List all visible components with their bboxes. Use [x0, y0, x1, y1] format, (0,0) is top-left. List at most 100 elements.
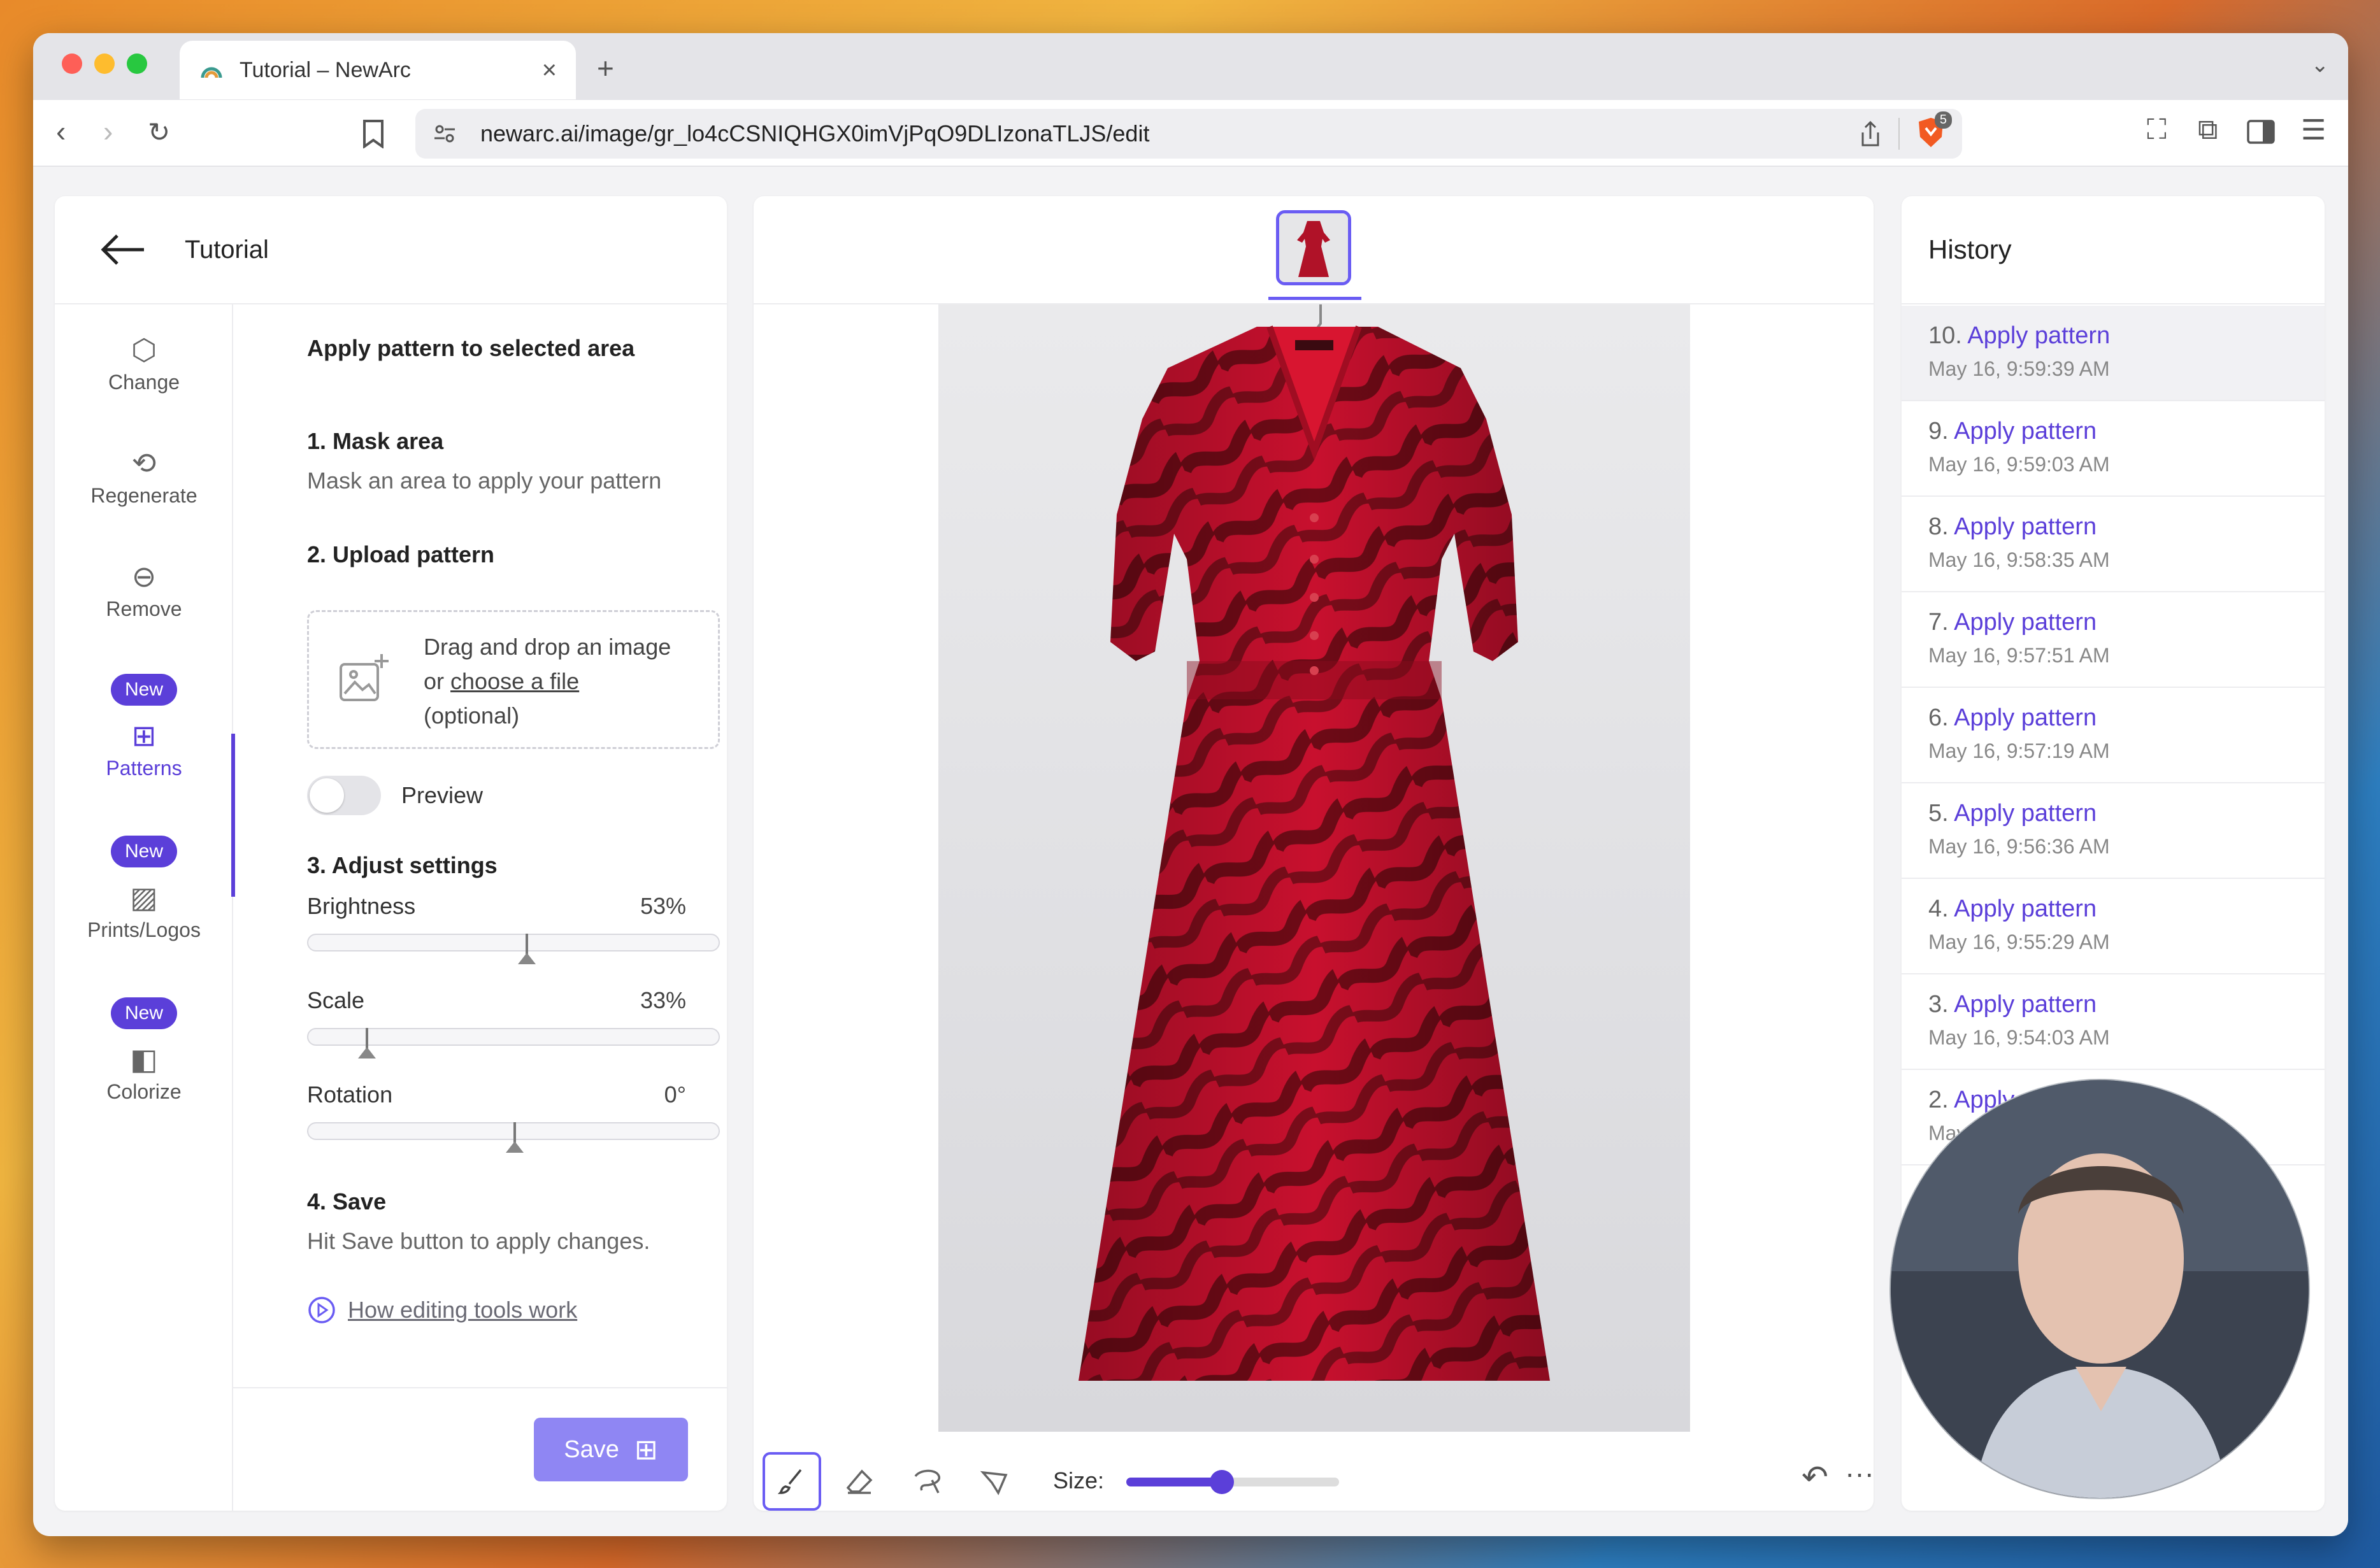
rail-item-regenerate[interactable]: ⟲ Regenerate — [55, 446, 233, 508]
history-num: 6. — [1928, 704, 1949, 731]
history-title: History — [1902, 196, 2325, 304]
section-heading: Apply pattern to selected area — [307, 335, 635, 361]
history-item[interactable]: 7. Apply pattern May 16, 9:57:51 AM — [1902, 592, 2325, 688]
new-badge: New — [110, 674, 177, 706]
polygon-tool-button[interactable] — [965, 1452, 1024, 1511]
reload-icon[interactable]: ↻ — [148, 117, 170, 148]
more-icon[interactable]: ··· — [1845, 1456, 1874, 1490]
close-window-button[interactable] — [62, 53, 82, 74]
history-action: Apply pattern — [1954, 418, 2097, 445]
step3-title: 3. Adjust settings — [307, 852, 498, 878]
brush-tool-button[interactable] — [763, 1452, 821, 1511]
step1-text: Mask an area to apply your pattern — [307, 467, 662, 494]
history-item-title: 7. Apply pattern — [1928, 609, 2298, 636]
zoom-window-button[interactable] — [127, 53, 147, 74]
browser-toolbar: ‹ › ↻ newarc.ai/image/gr_lo4cCSNIQHGX0im… — [33, 100, 2348, 167]
slider-thumb[interactable] — [358, 1028, 376, 1058]
sidebar-icon[interactable] — [2246, 119, 2276, 145]
history-action: Apply pattern — [1954, 609, 2097, 636]
eraser-tool-button[interactable] — [830, 1452, 889, 1511]
dropzone-text: Drag and drop an image or choose a file … — [424, 630, 671, 733]
choose-file-link[interactable]: choose a file — [450, 668, 579, 694]
size-label: Size: — [1053, 1467, 1105, 1493]
history-time: May 16, 9:59:03 AM — [1928, 453, 2110, 476]
rail-item-patterns[interactable]: New ⊞ Patterns — [55, 674, 233, 780]
tab-title: Tutorial – NewArc — [240, 57, 411, 82]
save-bar: Save ⊞ — [233, 1387, 727, 1511]
site-settings-icon[interactable] — [432, 121, 457, 146]
screenshot-icon[interactable]: ⛶ — [2147, 114, 2167, 146]
history-action: Apply pattern — [1954, 991, 2097, 1018]
history-item[interactable]: 5. Apply pattern May 16, 9:56:36 AM — [1902, 783, 2325, 879]
history-action: Apply pattern — [1954, 704, 2097, 731]
chevron-down-icon[interactable]: ⌄ — [2311, 52, 2330, 78]
tab-tutorial[interactable]: Tutorial – NewArc × — [180, 41, 576, 99]
history-item[interactable]: 9. Apply pattern May 16, 9:59:03 AM — [1902, 401, 2325, 497]
pattern-dropzone[interactable]: Drag and drop an image or choose a file … — [307, 610, 720, 749]
dress-image — [1079, 304, 1550, 1381]
history-item-title: 10. Apply pattern — [1928, 322, 2298, 350]
panel-header: Tutorial — [55, 196, 727, 304]
drop-or: or — [424, 668, 445, 694]
back-icon[interactable]: ‹ — [56, 114, 66, 148]
rail-item-prints-logos[interactable]: New ▨ Prints/Logos — [55, 836, 233, 942]
how-editing-tools-link[interactable]: How editing tools work — [307, 1295, 577, 1325]
bookmark-icon[interactable] — [362, 119, 385, 148]
drop-optional: (optional) — [424, 702, 520, 729]
history-item-title: 3. Apply pattern — [1928, 991, 2298, 1018]
rail-item-remove[interactable]: ⊖ Remove — [55, 559, 233, 621]
history-time: May 16, 9:54:03 AM — [1928, 1026, 2110, 1049]
brave-shields-icon[interactable]: 5 — [1916, 111, 1952, 152]
slider-thumb[interactable] — [518, 934, 536, 964]
toggle-knob — [310, 778, 344, 813]
presenter-video — [1891, 1080, 2309, 1498]
minimize-window-button[interactable] — [94, 53, 115, 74]
brightness-slider[interactable] — [307, 934, 720, 964]
tool-rail: ⬡ Change ⟲ Regenerate ⊖ Remove New ⊞ Pat… — [55, 304, 233, 1511]
rail-item-colorize[interactable]: New ◧ Colorize — [55, 997, 233, 1104]
grid-icon: ⊞ — [634, 1434, 658, 1465]
rotation-slider[interactable] — [307, 1122, 720, 1153]
url-text: newarc.ai/image/gr_lo4cCSNIQHGX0imVjPqO9… — [480, 120, 1150, 146]
preview-toggle[interactable] — [307, 776, 381, 815]
grid-icon: ⊞ — [131, 719, 157, 752]
save-label: Save — [564, 1436, 619, 1463]
scale-slider[interactable] — [307, 1028, 720, 1058]
share-icon[interactable] — [1859, 120, 1882, 148]
close-tab-icon[interactable]: × — [542, 56, 557, 85]
image-canvas[interactable] — [938, 304, 1690, 1432]
scale-label: Scale — [307, 987, 365, 1013]
history-item[interactable]: 4. Apply pattern May 16, 9:55:29 AM — [1902, 879, 2325, 974]
forward-icon[interactable]: › — [103, 114, 113, 148]
extensions-icon[interactable]: ⧉ — [2198, 114, 2218, 146]
slider-thumb[interactable] — [506, 1122, 524, 1153]
history-item[interactable]: 10. Apply pattern May 16, 9:59:39 AM — [1902, 306, 2325, 401]
size-thumb[interactable] — [1210, 1470, 1235, 1494]
history-item-title: 5. Apply pattern — [1928, 800, 2298, 827]
history-action: Apply pattern — [1954, 895, 2097, 922]
address-bar[interactable]: newarc.ai/image/gr_lo4cCSNIQHGX0imVjPqO9… — [415, 109, 1962, 159]
history-item-title: 8. Apply pattern — [1928, 513, 2298, 541]
history-time: May 16, 9:59:39 AM — [1928, 357, 2110, 380]
history-num: 9. — [1928, 418, 1949, 445]
brightness-label: Brightness — [307, 893, 416, 919]
brush-size-slider[interactable] — [1126, 1470, 1339, 1494]
preview-label: Preview — [401, 782, 484, 808]
step4-text: Hit Save button to apply changes. — [307, 1228, 650, 1254]
undo-icon[interactable]: ↶ — [1802, 1458, 1828, 1495]
image-thumbnail[interactable] — [1276, 210, 1351, 285]
drop-line1: Drag and drop an image — [424, 634, 671, 660]
history-item[interactable]: 6. Apply pattern May 16, 9:57:19 AM — [1902, 688, 2325, 783]
active-indicator — [231, 734, 235, 897]
rail-item-change[interactable]: ⬡ Change — [55, 332, 233, 394]
history-item[interactable]: 3. Apply pattern May 16, 9:54:03 AM — [1902, 974, 2325, 1070]
save-button[interactable]: Save ⊞ — [534, 1418, 688, 1481]
history-item-title: 4. Apply pattern — [1928, 895, 2298, 923]
history-item[interactable]: 8. Apply pattern May 16, 9:58:35 AM — [1902, 497, 2325, 592]
new-tab-button[interactable]: + — [597, 51, 614, 85]
step4-title: 4. Save — [307, 1188, 387, 1215]
menu-icon[interactable]: ☰ — [2301, 114, 2326, 146]
lasso-tool-button[interactable] — [898, 1452, 956, 1511]
history-num: 4. — [1928, 895, 1949, 922]
back-arrow-icon[interactable] — [98, 232, 147, 267]
